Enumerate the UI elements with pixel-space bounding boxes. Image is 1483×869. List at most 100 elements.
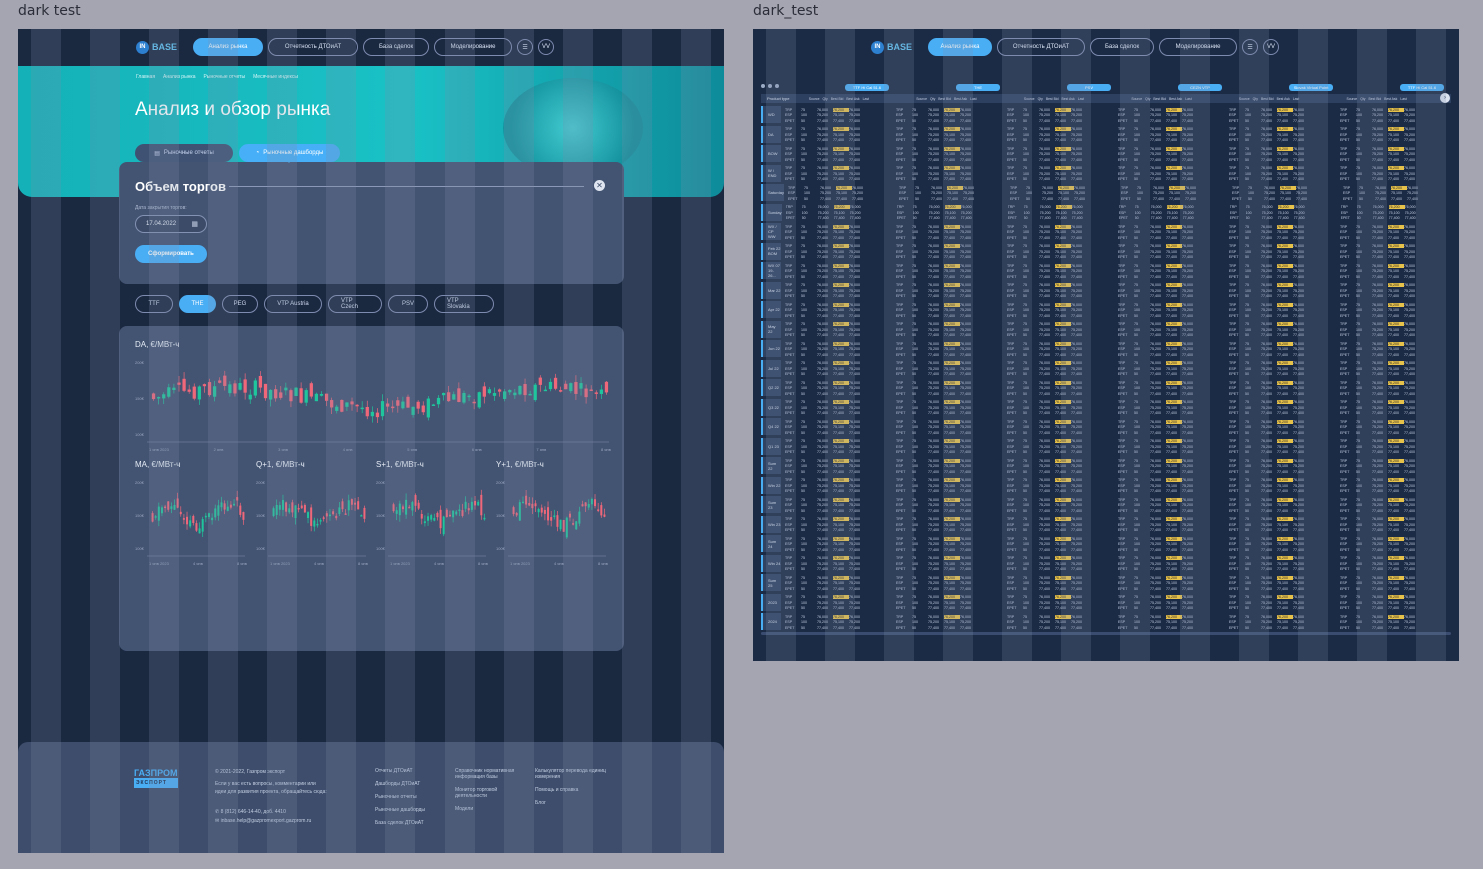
nav-reporting[interactable]: Отчетность ДТОиАТ: [268, 38, 359, 56]
product-type-cell[interactable]: Sum 22: [761, 457, 781, 474]
footer-link[interactable]: Рыночные дашборды: [375, 807, 425, 813]
nav-modeling[interactable]: Моделирование: [434, 38, 513, 56]
candle-up[interactable]: [559, 519, 562, 530]
candle-down[interactable]: [309, 383, 313, 397]
column-header[interactable]: Last: [863, 97, 869, 101]
generate-button[interactable]: Сформировать: [135, 245, 207, 263]
candle-up[interactable]: [201, 519, 204, 532]
footer-link[interactable]: Монитор торговой деятельности: [455, 787, 527, 799]
candle-up[interactable]: [157, 506, 160, 521]
candle-up[interactable]: [587, 503, 590, 508]
candle-down[interactable]: [218, 380, 222, 383]
column-header[interactable]: Best Bid: [1153, 97, 1166, 101]
candle-up[interactable]: [458, 509, 461, 511]
table-row[interactable]: 2024 TRP 75 76,000 76,200 76,000 TRP 75 76,000 76…: [761, 613, 1451, 631]
product-type-cell[interactable]: Mar 22: [761, 281, 781, 299]
footer-link[interactable]: База сделок ДТОиАТ: [375, 820, 425, 826]
product-type-cell[interactable]: W / END: [761, 164, 781, 182]
candle-up[interactable]: [431, 404, 436, 406]
group-badge[interactable]: TTF Hi Cal 51.6: [845, 84, 889, 91]
candle-down[interactable]: [239, 505, 242, 515]
product-type-cell[interactable]: Sunday: [761, 203, 782, 221]
menu-icon-2[interactable]: ☰: [1242, 39, 1259, 55]
candle-up[interactable]: [319, 520, 322, 522]
candlestick-chart[interactable]: [268, 474, 366, 557]
candle-down[interactable]: [497, 389, 502, 392]
candle-up[interactable]: [284, 387, 288, 391]
candle-down[interactable]: [574, 382, 578, 394]
product-type-cell[interactable]: Win 22: [761, 476, 781, 494]
candle-up[interactable]: [253, 380, 257, 396]
hub-tab-vtp-slovakia[interactable]: VTP Slovakia: [434, 295, 494, 313]
column-header[interactable]: Qty: [1253, 97, 1258, 101]
candle-up[interactable]: [319, 393, 324, 396]
footer-link[interactable]: Калькулятор перевода единиц измерения: [535, 768, 607, 780]
product-type-cell[interactable]: 2024: [761, 613, 781, 630]
candle-up[interactable]: [543, 389, 548, 392]
candle-down[interactable]: [414, 495, 417, 506]
table-row[interactable]: Sum 22 TRP 75 76,000 76,200 76,000 TRP 75 76,000…: [761, 457, 1451, 475]
candle-up[interactable]: [370, 411, 374, 417]
candle-up[interactable]: [518, 385, 522, 395]
candle-up[interactable]: [430, 515, 433, 520]
scroll-right-icon[interactable]: ›: [1440, 93, 1450, 103]
candle-down[interactable]: [543, 509, 546, 514]
candle-up[interactable]: [313, 520, 316, 527]
candle-up[interactable]: [275, 505, 278, 515]
candle-down[interactable]: [324, 393, 329, 401]
inbase-logo-2[interactable]: IN BASE: [871, 40, 912, 54]
column-header[interactable]: Last: [1078, 97, 1084, 101]
candle-down[interactable]: [340, 399, 344, 412]
candle-down[interactable]: [303, 505, 306, 513]
candle-up[interactable]: [398, 503, 401, 516]
candle-down[interactable]: [176, 498, 179, 508]
table-row[interactable]: Feb 22 BOM TRP 75 76,000 76,200 76,000 TRP 75 76…: [761, 242, 1451, 261]
candle-up[interactable]: [328, 514, 331, 517]
candle-up[interactable]: [405, 499, 408, 515]
table-row[interactable]: W / END TRP 75 76,000 76,200 76,000 TRP 75 76,00…: [761, 164, 1451, 183]
candle-down[interactable]: [207, 382, 212, 396]
candle-up[interactable]: [338, 507, 341, 514]
candle-up[interactable]: [154, 516, 157, 518]
table-row[interactable]: Saturday TRP 75 76,000 76,200 76,000 TRP 75 76,0…: [761, 184, 1451, 202]
candle-up[interactable]: [211, 517, 214, 521]
candle-down[interactable]: [182, 518, 185, 520]
nav-modeling-2[interactable]: Моделирование: [1159, 38, 1238, 56]
candle-down[interactable]: [322, 517, 325, 519]
candle-down[interactable]: [151, 513, 154, 522]
table-row[interactable]: 2023 TRP 75 76,000 76,200 76,000 TRP 75 76,000 76…: [761, 593, 1451, 612]
table-row[interactable]: Sunday TRP 75 76,000 76,200 76,000 TRP 75 76,000…: [761, 203, 1451, 222]
candle-down[interactable]: [512, 507, 515, 515]
candle-down[interactable]: [344, 513, 347, 515]
candle-down[interactable]: [202, 384, 207, 387]
candle-down[interactable]: [603, 514, 606, 517]
candle-down[interactable]: [457, 388, 461, 403]
product-type-cell[interactable]: BOW: [761, 145, 781, 162]
footer-link[interactable]: Блог: [535, 800, 607, 806]
candle-down[interactable]: [523, 383, 527, 396]
candle-up[interactable]: [233, 503, 236, 506]
candle-up[interactable]: [565, 517, 568, 538]
candle-down[interactable]: [594, 499, 597, 507]
candle-up[interactable]: [455, 511, 458, 515]
candle-up[interactable]: [462, 393, 466, 403]
candle-down[interactable]: [392, 504, 395, 512]
candle-up[interactable]: [347, 500, 350, 511]
candle-down[interactable]: [363, 507, 366, 519]
column-header[interactable]: Last: [1185, 97, 1191, 101]
candle-down[interactable]: [528, 503, 531, 506]
group-badge[interactable]: PSV: [1067, 84, 1111, 91]
candle-down[interactable]: [332, 511, 335, 515]
candle-down[interactable]: [472, 401, 476, 404]
table-row[interactable]: WX / CP WW TRP 75 76,000 76,200 76,000 TRP 75 76…: [761, 223, 1451, 241]
candle-down[interactable]: [177, 382, 181, 385]
candle-up[interactable]: [537, 509, 540, 513]
product-type-cell[interactable]: Q1 23: [761, 437, 781, 455]
table-row[interactable]: WX 07 19-26... TRP 75 76,000 76,200 76,000 TRP…: [761, 262, 1451, 280]
candle-up[interactable]: [427, 516, 430, 521]
candle-up[interactable]: [170, 506, 173, 509]
product-type-cell[interactable]: May 22: [761, 320, 781, 338]
candlestick-chart[interactable]: [147, 354, 609, 443]
candle-down[interactable]: [439, 509, 442, 529]
candle-down[interactable]: [243, 379, 247, 393]
